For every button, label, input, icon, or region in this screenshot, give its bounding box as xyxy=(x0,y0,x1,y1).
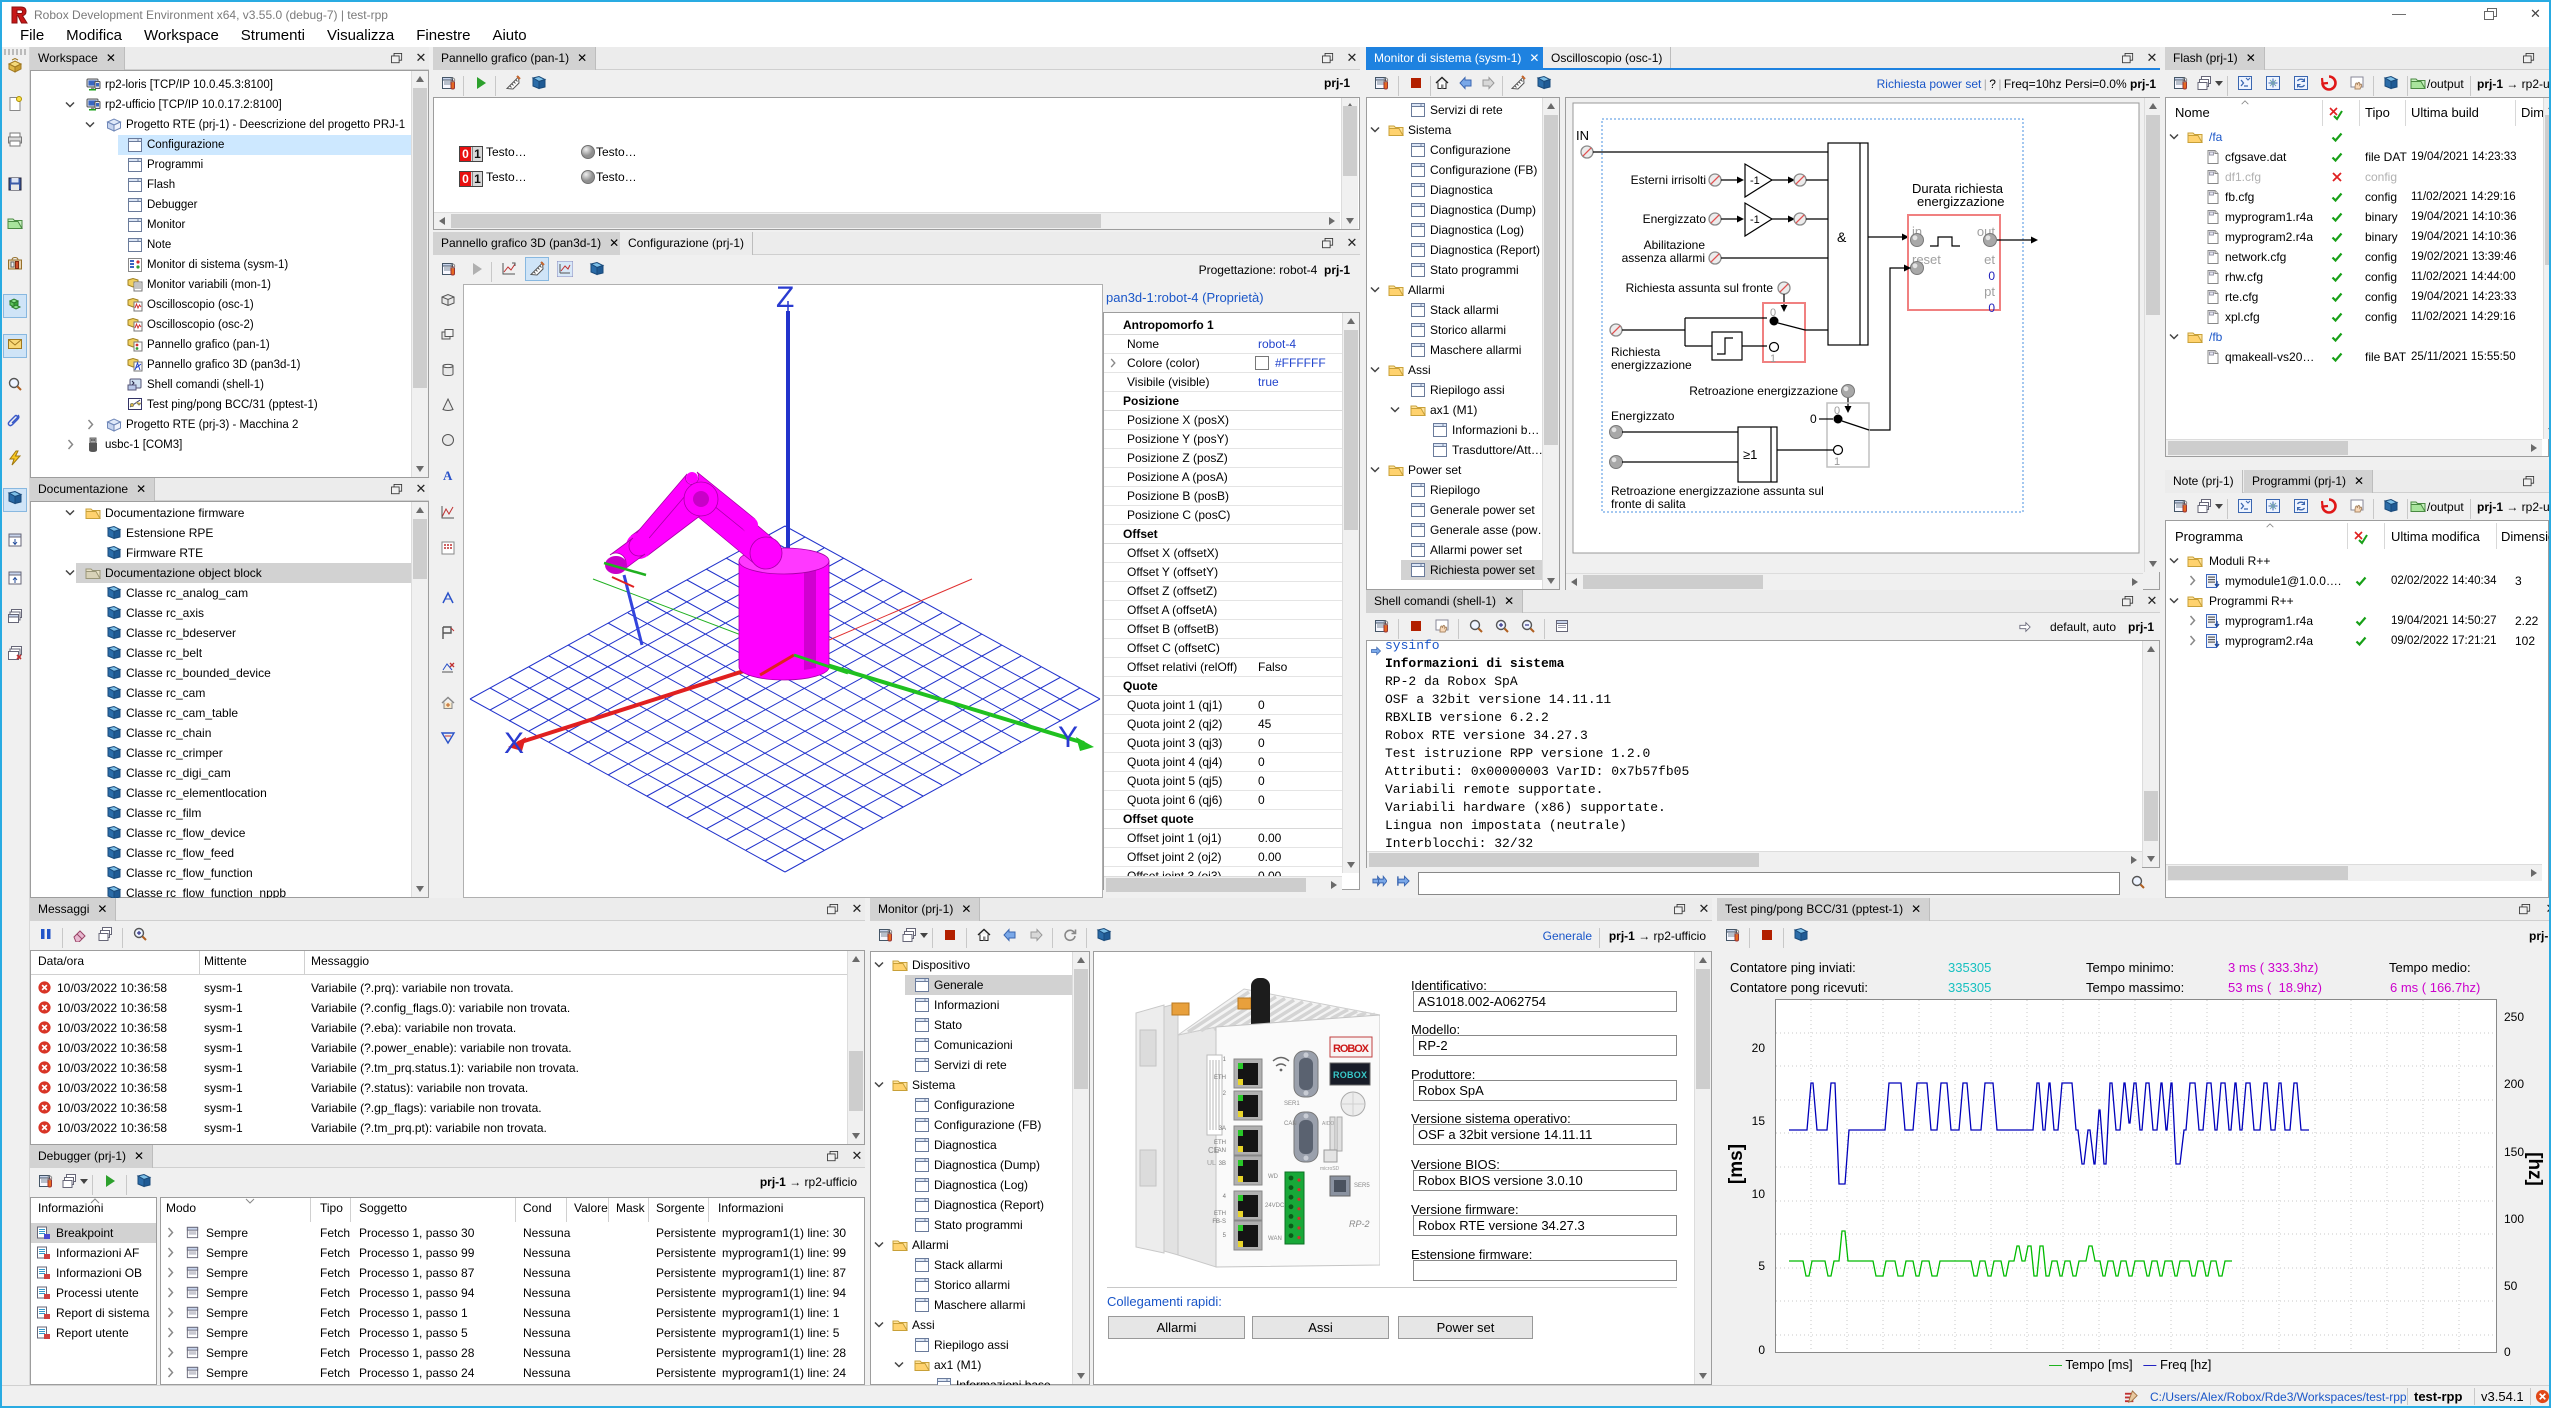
svg-text:Abilitazione: Abilitazione xyxy=(1644,238,1706,252)
svg-text:≥1: ≥1 xyxy=(1743,447,1757,462)
svg-text:Richiesta: Richiesta xyxy=(1611,345,1661,359)
svg-text:1: 1 xyxy=(1834,456,1840,468)
svg-text:ETH: ETH xyxy=(1214,1211,1226,1217)
svg-text:1: 1 xyxy=(1770,353,1776,365)
svg-text:energizzazione: energizzazione xyxy=(1917,194,2004,209)
svg-text:Retroazione energizzazione: Retroazione energizzazione xyxy=(1689,384,1838,398)
svg-text:LAN: LAN xyxy=(1214,1148,1226,1154)
svg-text:ROBOX: ROBOX xyxy=(1333,1070,1367,1080)
svg-text:FB-S: FB-S xyxy=(1212,1219,1226,1225)
svg-text:SER1: SER1 xyxy=(1284,1101,1300,1107)
svg-text:-1: -1 xyxy=(1750,175,1760,187)
svg-text:RP-2: RP-2 xyxy=(1349,1219,1370,1229)
svg-text:ROBOX: ROBOX xyxy=(1333,1043,1370,1055)
svg-text:0: 0 xyxy=(1988,269,1995,283)
svg-text:-1: -1 xyxy=(1750,214,1760,226)
svg-text:pt: pt xyxy=(1984,284,1995,299)
svg-text:fronte di salita: fronte di salita xyxy=(1611,497,1686,511)
svg-text:24VDC: 24VDC xyxy=(1265,1203,1285,1209)
svg-text:0: 0 xyxy=(1988,301,1995,315)
svg-text:et: et xyxy=(1984,252,1995,267)
svg-text:WAN: WAN xyxy=(1268,1236,1282,1242)
svg-text:Richiesta assunta sul fronte: Richiesta assunta sul fronte xyxy=(1626,281,1774,295)
svg-text:ETH: ETH xyxy=(1214,1075,1226,1081)
svg-text:3A: 3A xyxy=(1219,1126,1226,1132)
svg-text:microSD: microSD xyxy=(1320,1166,1340,1172)
svg-text:UL: UL xyxy=(1207,1160,1216,1167)
svg-text:3B: 3B xyxy=(1219,1161,1226,1167)
svg-text:Retroazione energizzazione ass: Retroazione energizzazione assunta sul xyxy=(1611,484,1824,498)
svg-text:SER5: SER5 xyxy=(1354,1183,1370,1189)
svg-text:Z: Z xyxy=(776,285,794,314)
svg-text:Y: Y xyxy=(1058,721,1078,754)
svg-text:Energizzato: Energizzato xyxy=(1611,409,1675,423)
svg-text:energizzazione: energizzazione xyxy=(1611,358,1692,372)
svg-text:A: A xyxy=(443,468,453,483)
svg-text:IN: IN xyxy=(1576,128,1589,143)
svg-text:AIDO: AIDO xyxy=(1322,1121,1334,1127)
svg-text:0: 0 xyxy=(1810,412,1817,426)
svg-text:WD: WD xyxy=(1268,1174,1279,1180)
svg-text:X: X xyxy=(504,727,524,760)
svg-text:Energizzato: Energizzato xyxy=(1643,212,1707,226)
svg-text:&: & xyxy=(1837,229,1847,245)
svg-text:CAN: CAN xyxy=(1284,1121,1297,1127)
svg-text:Esterni irrisolti: Esterni irrisolti xyxy=(1631,173,1706,187)
svg-text:ETH: ETH xyxy=(1214,1140,1226,1146)
svg-text:assenza allarmi: assenza allarmi xyxy=(1622,251,1705,265)
